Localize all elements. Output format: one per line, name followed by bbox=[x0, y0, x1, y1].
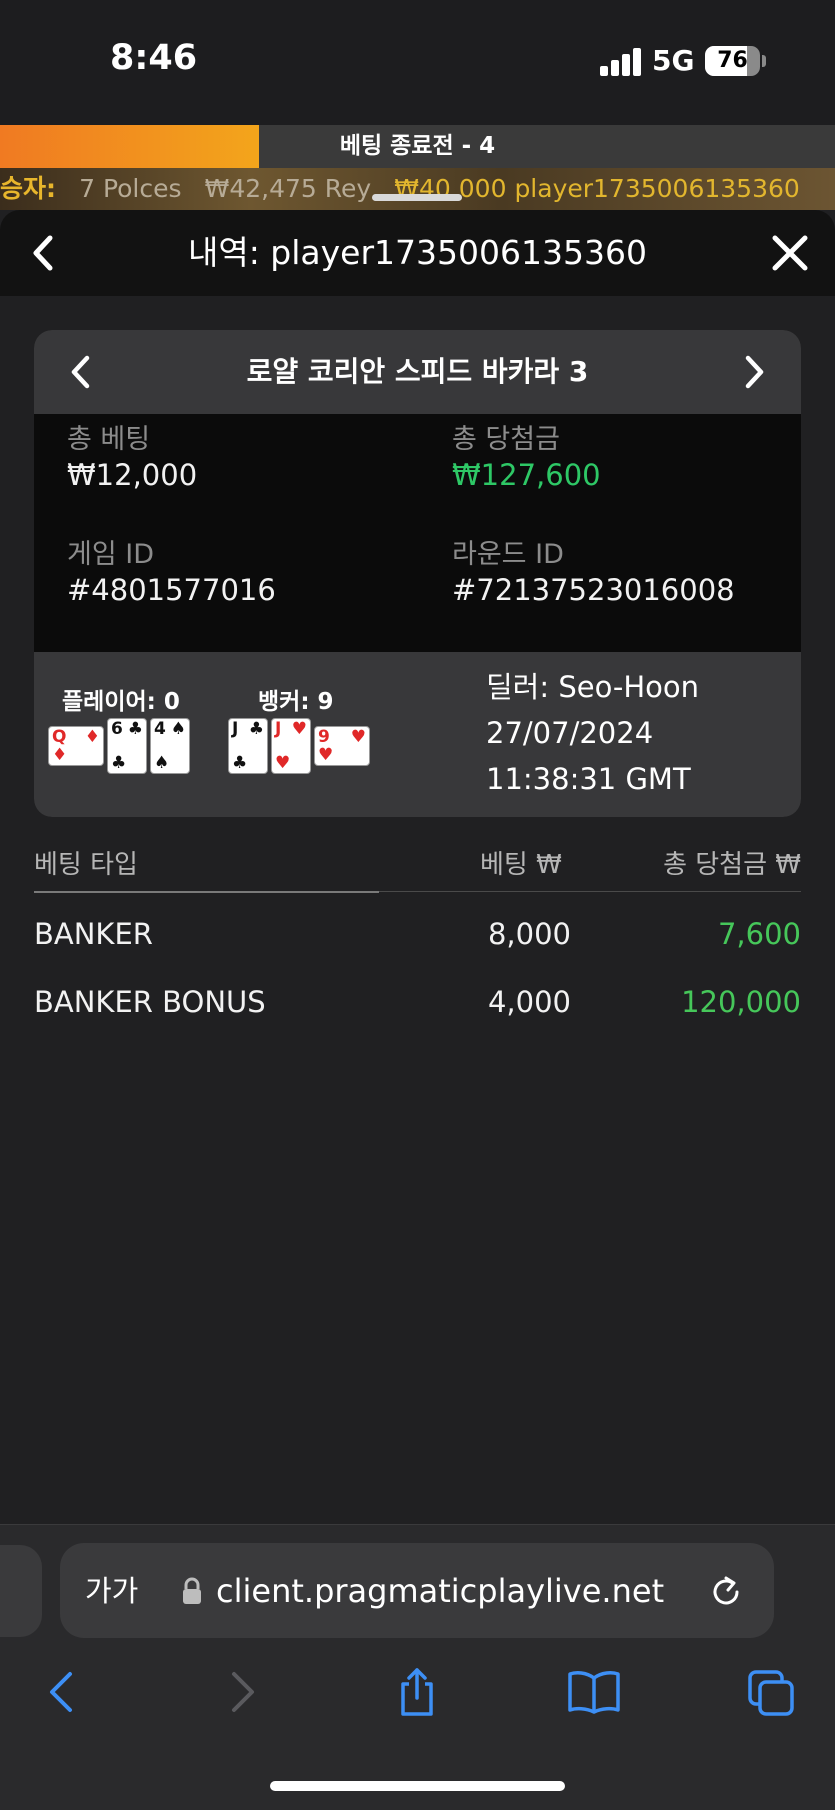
back-icon[interactable] bbox=[34, 1666, 90, 1718]
playing-card: J ♣ ♣ bbox=[228, 718, 268, 774]
total-win-value: ₩127,600 bbox=[452, 458, 601, 492]
card-suit-icon: ♣ bbox=[111, 753, 127, 773]
playing-card: J ♥ ♥ bbox=[271, 718, 311, 774]
url-text[interactable]: client.pragmaticplaylive.net bbox=[216, 1563, 664, 1619]
game-id-value: #4801577016 bbox=[67, 573, 276, 607]
share-icon[interactable] bbox=[389, 1666, 445, 1718]
card-rank: 9 bbox=[318, 727, 330, 747]
total-bet-label: 총 베팅 bbox=[67, 424, 151, 455]
bets-table-header: 베팅 타입 베팅 ₩ 총 당첨금 ₩ bbox=[34, 845, 801, 893]
battery-icon: 76 bbox=[705, 46, 760, 76]
card-suit-icon: ♠ bbox=[170, 719, 186, 739]
round-result: 플레이어: 0 뱅커: 9 Q ♦ ♦ 6 ♣ ♣ 4 ♠ ♠ J ♣ ♣ J ♥ ♥ 9 ♥ ♥ 딜러: Se… bbox=[34, 652, 801, 817]
network-type: 5G bbox=[652, 44, 695, 77]
banker-cards: J ♣ ♣ J ♥ ♥ 9 ♥ ♥ bbox=[228, 718, 373, 774]
table-row: BANKER 8,000 7,600 bbox=[34, 906, 801, 962]
battery-tip bbox=[762, 55, 766, 67]
ticker-item: ₩42,475 Rey bbox=[204, 174, 372, 203]
close-icon[interactable] bbox=[765, 228, 815, 278]
card-suit-icon: ♥ bbox=[291, 719, 307, 739]
tabs-icon[interactable] bbox=[744, 1666, 800, 1718]
round-id-value: #72137523016008 bbox=[452, 573, 735, 607]
total-win: 총 당첨금 ₩127,600 bbox=[452, 423, 601, 493]
ticker-item: 7 Polces bbox=[79, 174, 182, 203]
card-suit-icon: ♣ bbox=[232, 753, 248, 773]
bet-type: BANKER BONUS bbox=[34, 985, 266, 1019]
lock-icon bbox=[183, 1577, 201, 1604]
page: 8:46 5G 76 베팅 종료전 - 4 승자: 7 Polces ₩42,4… bbox=[0, 0, 835, 1810]
card-rank: J bbox=[232, 719, 239, 739]
playing-card: 4 ♠ ♠ bbox=[150, 718, 190, 774]
card-suit-icon: ♠ bbox=[154, 753, 170, 773]
total-bet-value: ₩12,000 bbox=[67, 458, 198, 492]
win-amount: 120,000 bbox=[681, 985, 801, 1019]
card-rank: Q bbox=[52, 727, 67, 747]
card-suit-icon: ♦ bbox=[52, 745, 68, 765]
bet-amount: 8,000 bbox=[487, 917, 571, 951]
game-nav: 로얄 코리안 스피드 바카라 3 bbox=[34, 330, 801, 414]
round-id-label: 라운드 ID bbox=[452, 539, 564, 570]
bet-type: BANKER bbox=[34, 917, 153, 951]
dealer-info: 딜러: Seo-Hoon 27/07/2024 11:38:31 GMT bbox=[486, 664, 699, 802]
reload-icon[interactable] bbox=[706, 1572, 746, 1612]
betting-timer-label: 베팅 종료전 - 4 bbox=[339, 133, 496, 159]
forward-icon[interactable] bbox=[214, 1666, 270, 1718]
chevron-left-icon[interactable] bbox=[20, 228, 70, 278]
banker-score: 뱅커: 9 bbox=[258, 689, 334, 715]
header-divider bbox=[379, 891, 801, 892]
winners-ticker: 승자: 7 Polces ₩42,475 Rey ₩40,000 player1… bbox=[0, 168, 835, 210]
game-id: 게임 ID #4801577016 bbox=[67, 538, 276, 608]
card-suit-icon: ♦ bbox=[84, 727, 100, 747]
playing-card: 6 ♣ ♣ bbox=[107, 718, 147, 774]
betting-timer-bar: 베팅 종료전 - 4 bbox=[0, 125, 835, 168]
history-title: 내역: player1735006135360 bbox=[187, 233, 647, 272]
signal-icon bbox=[600, 48, 642, 76]
card-rank: J bbox=[275, 719, 282, 739]
status-bar: 8:46 5G 76 bbox=[0, 0, 835, 125]
home-indicator[interactable] bbox=[270, 1781, 565, 1791]
card-suit-icon: ♥ bbox=[318, 745, 334, 765]
card-suit-icon: ♥ bbox=[350, 727, 366, 747]
card-suit-icon: ♣ bbox=[127, 719, 143, 739]
game-id-label: 게임 ID bbox=[67, 539, 155, 570]
battery-percent: 76 bbox=[717, 48, 748, 73]
sheet-grab-handle[interactable] bbox=[372, 194, 462, 201]
header-divider bbox=[34, 891, 379, 893]
bookmarks-icon[interactable] bbox=[566, 1666, 622, 1718]
win-amount: 7,600 bbox=[717, 917, 801, 951]
player-cards: Q ♦ ♦ 6 ♣ ♣ 4 ♠ ♠ bbox=[48, 718, 193, 774]
reader-settings-button[interactable]: 가가 bbox=[85, 1563, 138, 1619]
bet-type-header: 베팅 타입 bbox=[34, 850, 138, 880]
card-rank: 6 bbox=[111, 719, 123, 739]
history-header: 내역: player1735006135360 bbox=[0, 210, 835, 296]
playing-card: Q ♦ ♦ bbox=[48, 726, 104, 766]
previous-tab-preview[interactable] bbox=[0, 1545, 42, 1637]
status-time: 8:46 bbox=[110, 38, 198, 78]
total-bet: 총 베팅 ₩12,000 bbox=[67, 423, 197, 493]
round-time: 11:38:31 GMT bbox=[486, 762, 691, 796]
card-suit-icon: ♣ bbox=[248, 719, 264, 739]
card-rank: 4 bbox=[154, 719, 166, 739]
round-date: 27/07/2024 bbox=[486, 716, 654, 750]
playing-card: 9 ♥ ♥ bbox=[314, 726, 370, 766]
round-detail-card: 로얄 코리안 스피드 바카라 3 총 베팅 ₩12,000 총 당첨금 ₩127… bbox=[34, 330, 801, 817]
player-score: 플레이어: 0 bbox=[62, 689, 180, 715]
table-row: BANKER BONUS 4,000 120,000 bbox=[34, 974, 801, 1030]
next-round-button[interactable] bbox=[731, 350, 775, 394]
win-amount-header: 총 당첨금 ₩ bbox=[663, 850, 801, 880]
ticker-item: ₩40,000 player1735006135360 bbox=[394, 174, 800, 203]
round-stats: 총 베팅 ₩12,000 총 당첨금 ₩127,600 게임 ID #48015… bbox=[34, 414, 801, 652]
total-win-label: 총 당첨금 bbox=[452, 424, 560, 455]
round-id: 라운드 ID #72137523016008 bbox=[452, 538, 735, 608]
card-suit-icon: ♥ bbox=[275, 753, 291, 773]
bet-amount: 4,000 bbox=[487, 985, 571, 1019]
bet-amount-header: 베팅 ₩ bbox=[480, 850, 562, 880]
game-name: 로얄 코리안 스피드 바카라 3 bbox=[246, 355, 589, 388]
dealer-name: 딜러: Seo-Hoon bbox=[486, 670, 700, 704]
ticker-label: 승자: bbox=[0, 174, 56, 203]
